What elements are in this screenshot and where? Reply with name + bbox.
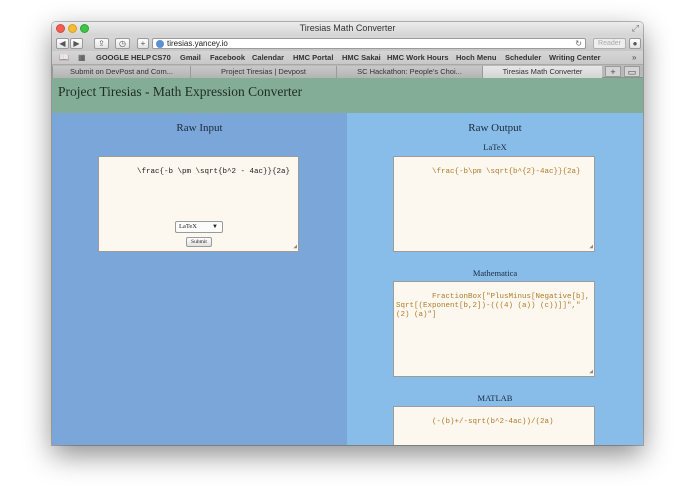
latex-output-textarea[interactable]: \frac{-b\pm \sqrt{b^{2}-4ac}}{2a} ◢	[393, 156, 595, 252]
mathematica-output-value: FractionBox["PlusMinus[Negative[b],Sqrt[…	[396, 293, 590, 319]
forward-arrow-icon: ▶	[73, 38, 80, 48]
page-header: Project Tiresias - Math Expression Conve…	[52, 78, 643, 113]
bookmark-hmc-work-hours[interactable]: HMC Work Hours	[387, 53, 449, 62]
resize-grip-icon[interactable]: ◢	[589, 369, 593, 375]
share-icon: ⇪	[98, 38, 105, 48]
bookmark-facebook[interactable]: Facebook	[210, 53, 245, 62]
dropdown-arrow-icon: ▼	[212, 224, 218, 230]
reload-icon[interactable]: ↻	[575, 39, 582, 48]
tab-project-tiresias-devpost[interactable]: Project Tiresias | Devpost	[190, 66, 336, 78]
page-title: Project Tiresias - Math Expression Conve…	[58, 84, 303, 99]
bookmark-hmc-portal[interactable]: HMC Portal	[293, 53, 333, 62]
address-url: tiresias.yancey.io	[167, 39, 228, 48]
tab-bar: Submit on DevPost and Com... Project Tir…	[52, 65, 643, 78]
submit-button[interactable]: Submit	[186, 237, 212, 247]
history-button[interactable]: ◷	[115, 38, 130, 49]
bookmarks-bar: 📖 ▦ GOOGLE HELP CS70 Gmail Facebook Cale…	[52, 51, 643, 65]
raw-input-heading: Raw Input	[176, 122, 223, 134]
raw-input-panel: Raw Input \frac{-b \pm \sqrt{b^2 - 4ac}}…	[52, 113, 347, 445]
tab-overview-button[interactable]: ▭	[624, 66, 640, 77]
grid-icon[interactable]: ▦	[78, 53, 86, 62]
reader-button[interactable]: Reader	[593, 38, 626, 49]
add-bookmark-button[interactable]: +	[137, 38, 149, 49]
raw-output-heading: Raw Output	[468, 122, 522, 134]
mathematica-output-label: Mathematica	[472, 268, 518, 278]
bookmark-scheduler[interactable]: Scheduler	[505, 53, 541, 62]
window-title: Tiresias Math Converter	[299, 23, 396, 33]
download-icon: ●	[632, 38, 638, 48]
tab-sc-hackathon[interactable]: SC Hackathon: People's Choi...	[336, 66, 482, 78]
plus-icon: +	[140, 38, 146, 48]
matlab-output-value: (-(b)+/-sqrt(b^2-4ac))/(2a)	[432, 418, 554, 426]
forward-button[interactable]: ▶	[70, 38, 83, 49]
downloads-button[interactable]: ●	[629, 38, 641, 49]
matlab-output-textarea[interactable]: (-(b)+/-sqrt(b^2-4ac))/(2a)	[393, 406, 595, 445]
address-bar[interactable]: tiresias.yancey.io ↻	[152, 38, 586, 49]
mathematica-output-textarea[interactable]: FractionBox["PlusMinus[Negative[b],Sqrt[…	[393, 281, 595, 377]
new-tab-button[interactable]: +	[605, 66, 621, 77]
clock-icon: ◷	[119, 38, 126, 48]
fullscreen-icon[interactable]: ⤢	[632, 23, 639, 34]
bookmark-google-help[interactable]: GOOGLE HELP	[96, 53, 151, 62]
more-bookmarks-icon[interactable]: »	[632, 53, 636, 62]
globe-icon	[156, 39, 164, 48]
bookmark-hmc-sakai[interactable]: HMC Sakai	[342, 53, 381, 62]
bookmark-hoch-menu[interactable]: Hoch Menu	[456, 53, 496, 62]
raw-input-value: \frac{-b \pm \sqrt{b^2 - 4ac}}{2a}	[137, 168, 291, 176]
back-arrow-icon: ◀	[59, 38, 66, 48]
matlab-output-label: MATLAB	[477, 393, 513, 403]
title-bar: Tiresias Math Converter ⤢	[52, 22, 643, 36]
browser-toolbar: ◀ ▶ ⇪ ◷ + tiresias.yancey.io ↻ Reader ●	[52, 36, 643, 51]
book-icon[interactable]: 📖	[59, 53, 69, 62]
tab-tiresias-math-converter[interactable]: Tiresias Math Converter	[482, 66, 602, 78]
back-button[interactable]: ◀	[56, 38, 69, 49]
browser-window: Tiresias Math Converter ⤢ ◀ ▶ ⇪ ◷ + tire…	[52, 22, 643, 445]
input-format-select[interactable]: LaTeX ▼	[175, 221, 223, 233]
resize-grip-icon[interactable]: ◢	[293, 244, 297, 250]
share-button[interactable]: ⇪	[94, 38, 109, 49]
page-content: Project Tiresias - Math Expression Conve…	[52, 78, 643, 445]
latex-output-value: \frac{-b\pm \sqrt{b^{2}-4ac}}{2a}	[432, 168, 581, 176]
raw-output-panel: Raw Output LaTeX \frac{-b\pm \sqrt{b^{2}…	[347, 113, 643, 445]
resize-grip-icon[interactable]: ◢	[589, 244, 593, 250]
latex-output-label: LaTeX	[483, 142, 507, 152]
input-format-selected: LaTeX	[179, 223, 197, 230]
bookmark-gmail[interactable]: Gmail	[180, 53, 201, 62]
bookmark-calendar[interactable]: Calendar	[252, 53, 284, 62]
bookmark-cs70[interactable]: CS70	[152, 53, 171, 62]
bookmark-writing-center[interactable]: Writing Center	[549, 53, 601, 62]
tab-devpost-submit[interactable]: Submit on DevPost and Com...	[52, 66, 190, 78]
